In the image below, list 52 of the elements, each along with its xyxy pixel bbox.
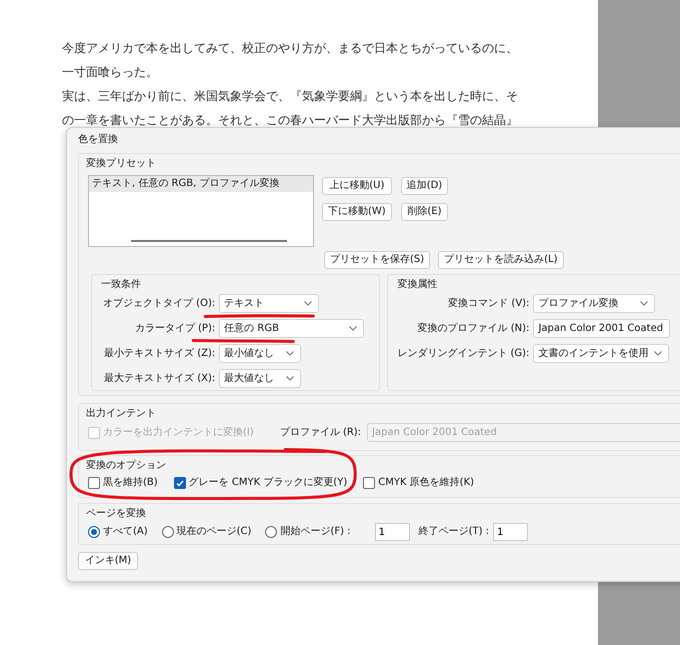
dropdown[interactable]: テキスト <box>219 294 320 313</box>
field-label: オブジェクトタイプ (O): <box>103 296 216 310</box>
ink-button[interactable]: インキ(M) <box>78 552 138 570</box>
scrollbar[interactable] <box>131 240 287 242</box>
radio-button[interactable]: すべて(A) <box>88 525 148 539</box>
text-field[interactable]: Japan Color 2001 Coated <box>533 319 670 338</box>
preset-button[interactable]: 削除(E) <box>400 203 448 221</box>
dropdown[interactable]: 最大値なし <box>219 369 302 388</box>
checkbox[interactable]: CMYK 原色を維持(K) <box>363 476 474 490</box>
dialog-title: 色を置換 <box>78 133 118 147</box>
field-label: 変換コマンド (V): <box>448 296 530 310</box>
chevron-icon <box>349 326 358 331</box>
dropdown[interactable]: 文書のインテントを使用 <box>533 344 670 363</box>
document-text-line: の一章を書いたことがある。それと、この春ハーバード大学出版部から『雪の結晶』 <box>62 112 518 129</box>
end-page-field[interactable]: 1 <box>493 523 528 541</box>
preset-button[interactable]: 上に移動(U) <box>322 177 392 195</box>
chevron-icon <box>640 301 648 306</box>
preset-button[interactable]: 追加(D) <box>400 177 448 195</box>
chevron-icon <box>304 301 312 306</box>
document-text-line: 今度アメリカで本を出してみて、校正のやり方が、まるで日本とちがっているのに、 <box>62 40 518 57</box>
field-label: レンダリングインテント (G): <box>397 346 530 360</box>
field-label: プロファイル (R): <box>280 426 362 440</box>
field-label: カラータイプ (P): <box>134 322 216 336</box>
preset-file-button[interactable]: プリセットを保存(S) <box>324 251 430 269</box>
group-label: 一致条件 <box>101 278 141 292</box>
start-page-field[interactable]: 1 <box>374 523 410 541</box>
dropdown[interactable]: 任意の RGB <box>219 319 364 338</box>
chevron-icon <box>286 376 294 381</box>
field-label: 最小テキストサイズ (Z): <box>104 346 216 360</box>
field-label: 変換のプロファイル (N): <box>418 322 530 336</box>
group-label: 変換プリセット <box>86 157 156 171</box>
radio-button[interactable]: 開始ページ(F) : <box>265 525 351 539</box>
field-label: 最大テキストサイズ (X): <box>104 372 216 386</box>
dropdown[interactable]: プロファイル変換 <box>533 294 656 313</box>
preset-button[interactable]: 下に移動(W) <box>322 203 392 221</box>
group-label: 変換のオプション <box>86 459 166 473</box>
document-text-line: 一寸面喰らった。 <box>62 64 158 81</box>
chevron-icon <box>654 351 662 356</box>
checkbox[interactable]: グレーを CMYK ブラックに変更(Y) <box>174 476 348 490</box>
group-label: ページを変換 <box>86 507 146 521</box>
preset-list[interactable]: テキスト, 任意の RGB, プロファイル変換 <box>88 175 314 247</box>
dropdown[interactable]: 最小値なし <box>219 344 302 363</box>
group-label: 変換属性 <box>397 278 438 292</box>
checkbox[interactable]: 黒を維持(B) <box>88 476 158 490</box>
radio-button[interactable]: 現在のページ(C) <box>162 525 252 539</box>
group-label: 出力インテント <box>86 407 156 421</box>
checkmark-icon <box>176 480 184 486</box>
preset-file-button[interactable]: プリセットを読み込み(L) <box>438 251 564 269</box>
field-label: 終了ページ(T) : <box>418 525 490 539</box>
preset-item[interactable]: テキスト, 任意の RGB, プロファイル変換 <box>89 176 313 192</box>
chevron-icon <box>286 351 294 356</box>
document-text-line: 実は、三年ばかり前に、米国気象学会で、『気象学要綱』という本を出した時に、そ <box>62 88 518 105</box>
